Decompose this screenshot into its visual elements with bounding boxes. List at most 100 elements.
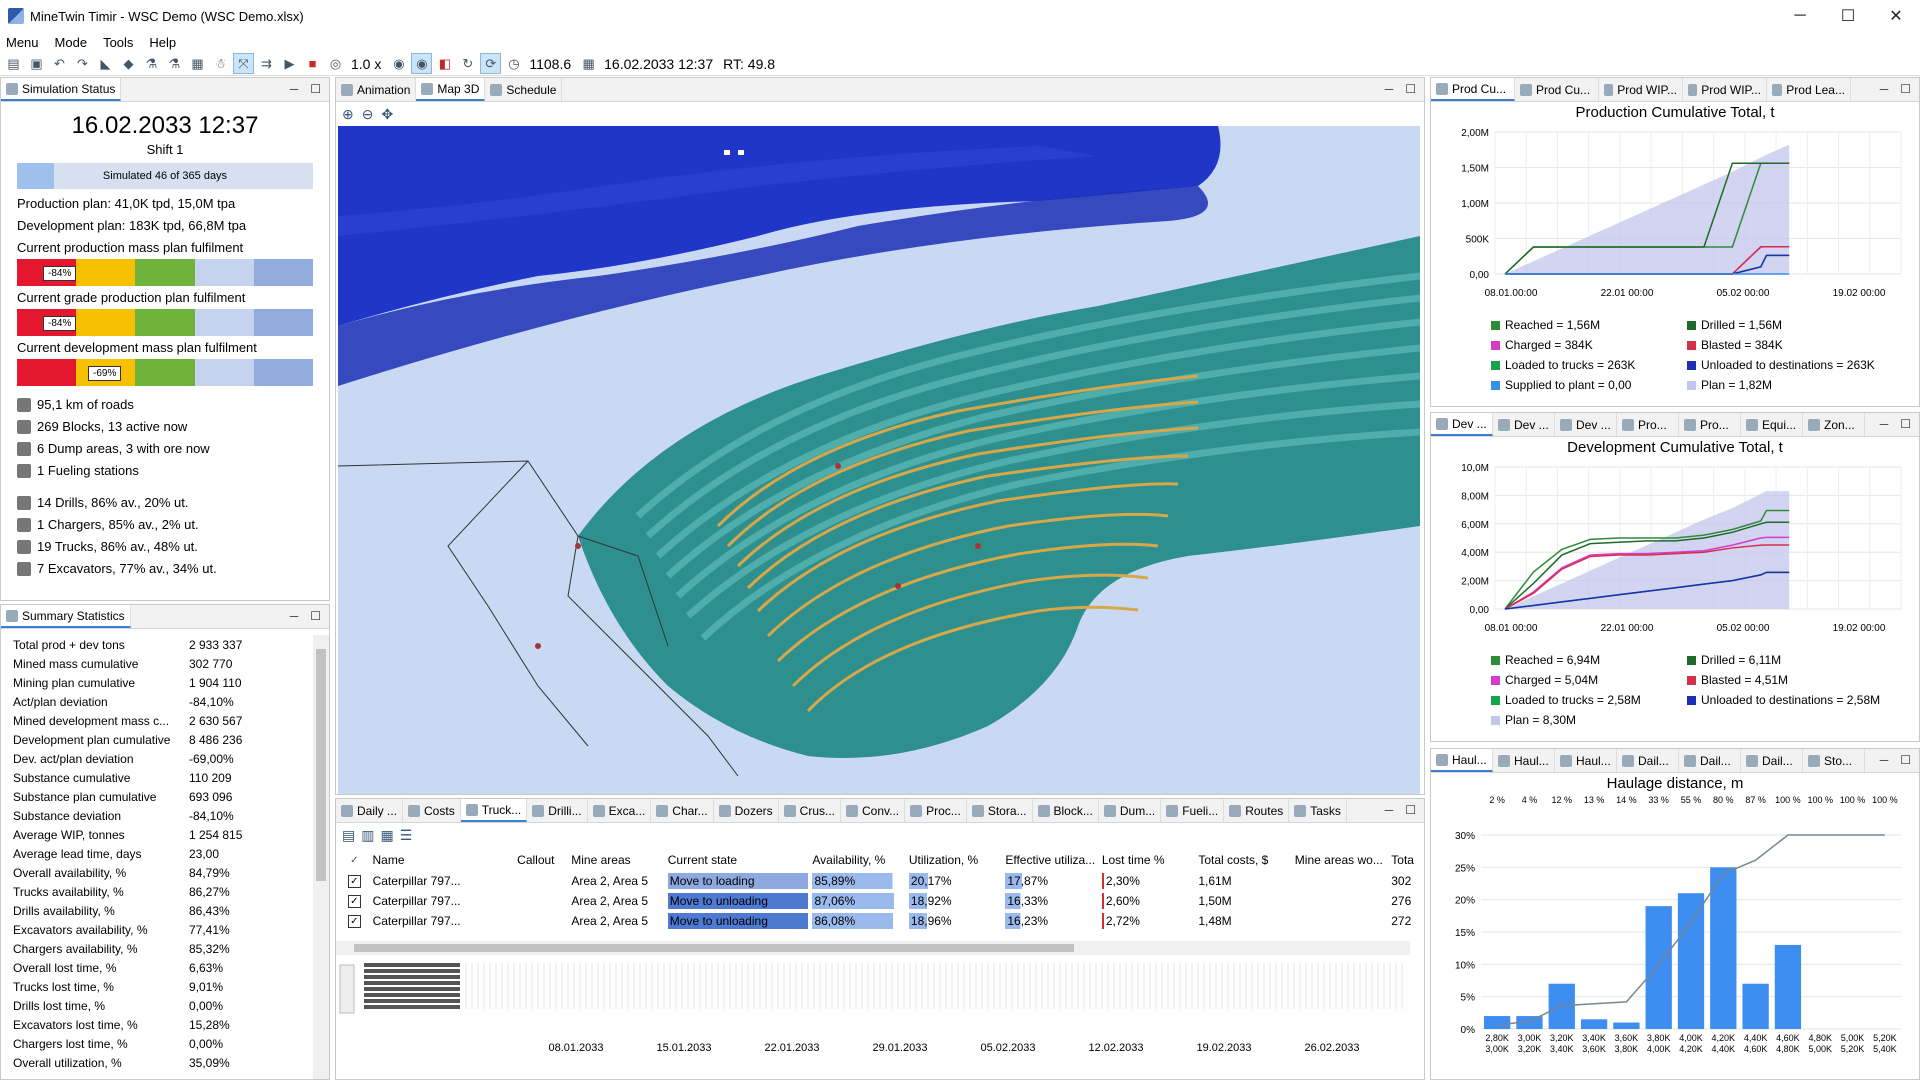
tab-bottom_tabs-11[interactable]: Block... <box>1033 799 1099 822</box>
tab-right_bot_tabs-2[interactable]: Haul... <box>1555 749 1617 772</box>
tab-right_top_tabs-2[interactable]: Prod WIP... <box>1599 78 1683 101</box>
tab-bottom_tabs-2[interactable]: Truck... <box>460 799 528 822</box>
panel-maximize-icon[interactable]: ☐ <box>310 82 321 96</box>
stop-icon[interactable]: ■ <box>303 54 322 73</box>
column-header[interactable]: Mine areas wo... <box>1291 850 1387 870</box>
step-icon[interactable]: ⇉ <box>257 54 276 73</box>
minimize-button[interactable]: ─ <box>1776 0 1824 32</box>
tab-bottom_tabs-10[interactable]: Stora... <box>967 799 1033 822</box>
column-header[interactable]: Availability, % <box>808 850 904 870</box>
tab-right_bot_tabs-5[interactable]: Dail... <box>1741 749 1803 772</box>
flask-icon[interactable]: ⚗ <box>142 54 161 73</box>
tab-bottom_tabs-14[interactable]: Routes <box>1224 799 1290 822</box>
tab-right_mid_tabs-6[interactable]: Zon... <box>1803 413 1865 436</box>
panel-minimize-icon[interactable]: ─ <box>1880 753 1889 767</box>
speed-value[interactable]: 1.0 x <box>351 56 381 72</box>
tab-right_mid_tabs-3[interactable]: Pro... <box>1617 413 1679 436</box>
column-header[interactable]: Lost time % <box>1098 850 1194 870</box>
zoom-out-icon[interactable]: ⊖ <box>362 106 374 123</box>
table-icon[interactable]: ▦ <box>188 54 207 73</box>
panel-maximize-icon[interactable]: ☐ <box>1405 82 1416 96</box>
tab-animation[interactable]: Animation <box>336 78 417 101</box>
tab-bottom_tabs-1[interactable]: Costs <box>403 799 461 822</box>
fit-icon[interactable]: ⤧ <box>233 53 254 74</box>
column-header[interactable]: Callout <box>513 850 567 870</box>
tab-bottom_tabs-9[interactable]: Proc... <box>905 799 967 822</box>
tab-right_bot_tabs-3[interactable]: Dail... <box>1617 749 1679 772</box>
close-button[interactable]: ✕ <box>1872 0 1920 32</box>
maximize-button[interactable]: ☐ <box>1824 0 1872 32</box>
select-all-checkbox[interactable]: ✓ <box>348 854 361 867</box>
column-header[interactable]: Current state <box>664 850 809 870</box>
tab-bottom_tabs-5[interactable]: Char... <box>651 799 714 822</box>
redo-icon[interactable]: ↷ <box>73 54 92 73</box>
column-header[interactable]: Utilization, % <box>905 850 1001 870</box>
panel-maximize-icon[interactable]: ☐ <box>1900 753 1911 767</box>
panel-minimize-icon[interactable]: ─ <box>1385 82 1394 96</box>
tab-right_top_tabs-1[interactable]: Prod Cu... <box>1515 78 1599 101</box>
tab-right_mid_tabs-2[interactable]: Dev ... <box>1555 413 1617 436</box>
tab-right_mid_tabs-1[interactable]: Dev ... <box>1493 413 1555 436</box>
lab-icon[interactable]: ⚗ <box>165 54 184 73</box>
menu-mode[interactable]: Mode <box>55 35 88 50</box>
undo-icon[interactable]: ↶ <box>50 54 69 73</box>
tab-bottom_tabs-13[interactable]: Fueli... <box>1161 799 1225 822</box>
column-header[interactable]: Effective utiliza... <box>1001 850 1097 870</box>
column-header[interactable]: Name <box>369 850 514 870</box>
tab-right_top_tabs-3[interactable]: Prod WIP... <box>1683 78 1767 101</box>
panel-maximize-icon[interactable]: ☐ <box>1405 803 1416 817</box>
tab-bottom_tabs-15[interactable]: Tasks <box>1289 799 1347 822</box>
panel-maximize-icon[interactable]: ☐ <box>1900 82 1911 96</box>
open-file-icon[interactable]: ▤ <box>4 54 23 73</box>
tab-bottom_tabs-8[interactable]: Conv... <box>841 799 906 822</box>
mine-3d-view[interactable] <box>338 126 1420 794</box>
panel-maximize-icon[interactable]: ☐ <box>310 609 321 623</box>
sync-icon[interactable]: ⟳ <box>480 53 502 74</box>
menu-menu[interactable]: Menu <box>6 35 39 50</box>
tab-right_top_tabs-0[interactable]: Prod Cu... <box>1431 78 1515 101</box>
table-row[interactable]: ✓ Caterpillar 797... Area 2, Area 5 Move to… <box>336 871 1424 891</box>
panel-minimize-icon[interactable]: ─ <box>290 82 299 96</box>
tab-right_top_tabs-4[interactable]: Prod Lea... <box>1767 78 1851 101</box>
tab-schedule[interactable]: Schedule <box>485 78 563 101</box>
play-icon[interactable]: ▶ <box>280 54 299 73</box>
tab-right_bot_tabs-4[interactable]: Dail... <box>1679 749 1741 772</box>
menu-tools[interactable]: Tools <box>103 35 133 50</box>
list-view-icon[interactable]: ☰ <box>400 827 413 844</box>
record-icon[interactable]: ◧ <box>435 54 454 73</box>
refresh-icon[interactable]: ↻ <box>458 54 477 73</box>
panel-maximize-icon[interactable]: ☐ <box>1900 417 1911 431</box>
tab-bottom_tabs-3[interactable]: Drilli... <box>527 799 588 822</box>
cube-icon[interactable]: ◆ <box>119 54 138 73</box>
tab-right_bot_tabs-6[interactable]: Sto... <box>1803 749 1865 772</box>
target-icon[interactable]: ◉ <box>389 54 408 73</box>
column-header[interactable]: Total costs, $ <box>1194 850 1290 870</box>
row-checkbox[interactable]: ✓ <box>348 914 361 928</box>
follow-icon[interactable]: ◉ <box>411 53 433 74</box>
table-row[interactable]: ✓ Caterpillar 797... Area 2, Area 5 Move to… <box>336 911 1424 931</box>
chart-tool-icon[interactable]: ◣ <box>96 54 115 73</box>
column-header[interactable]: Mine areas <box>567 850 663 870</box>
table-row[interactable]: ✓ Caterpillar 797... Area 2, Area 5 Move to… <box>336 891 1424 911</box>
panel-minimize-icon[interactable]: ─ <box>1385 803 1394 817</box>
zoom-in-icon[interactable]: ⊕ <box>342 106 354 123</box>
tab-simulation-status[interactable]: Simulation Status <box>1 78 122 101</box>
tab-bottom_tabs-4[interactable]: Exca... <box>588 799 652 822</box>
pan-icon[interactable]: ✥ <box>381 106 393 123</box>
panel-minimize-icon[interactable]: ─ <box>290 609 299 623</box>
chart-view-icon[interactable]: ▥ <box>361 827 374 844</box>
menu-help[interactable]: Help <box>149 35 176 50</box>
grid-horizontal-scrollbar[interactable] <box>336 941 1410 955</box>
tab-right_mid_tabs-4[interactable]: Pro... <box>1679 413 1741 436</box>
people-icon[interactable]: ☃ <box>211 54 230 73</box>
tab-bottom_tabs-7[interactable]: Crus... <box>779 799 841 822</box>
table-view-icon[interactable]: ▦ <box>380 827 393 844</box>
tab-bottom_tabs-12[interactable]: Dum... <box>1099 799 1162 822</box>
column-header[interactable]: Tota <box>1387 850 1424 870</box>
tab-bottom_tabs-0[interactable]: Daily ... <box>336 799 404 822</box>
tab-right_bot_tabs-0[interactable]: Haul... <box>1431 749 1493 772</box>
tab-right_mid_tabs-0[interactable]: Dev ... <box>1431 413 1493 436</box>
tab-right_bot_tabs-1[interactable]: Haul... <box>1493 749 1555 772</box>
panel-minimize-icon[interactable]: ─ <box>1880 417 1889 431</box>
slow-icon[interactable]: ◎ <box>326 54 345 73</box>
